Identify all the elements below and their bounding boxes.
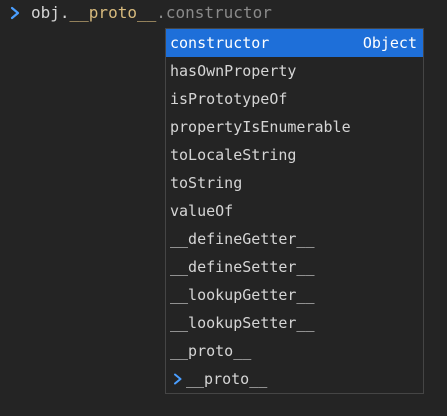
- autocomplete-item-label: toString: [170, 174, 243, 192]
- input-object-token: obj.: [31, 3, 70, 22]
- autocomplete-item-constructor[interactable]: constructor Object: [166, 29, 423, 57]
- autocomplete-item-label: __defineGetter__: [170, 230, 315, 248]
- autocomplete-item-lookupsetter[interactable]: __lookupSetter__: [166, 309, 423, 337]
- autocomplete-item-label: valueOf: [170, 202, 234, 220]
- autocomplete-item-label: __lookupSetter__: [170, 314, 315, 332]
- autocomplete-item-label: isPrototypeOf: [170, 90, 288, 108]
- autocomplete-item-tostring[interactable]: toString: [166, 169, 423, 197]
- autocomplete-item-hasownproperty[interactable]: hasOwnProperty: [166, 57, 423, 85]
- input-ghost-completion: .constructor: [156, 3, 272, 22]
- autocomplete-item-label: __proto__: [170, 342, 252, 360]
- autocomplete-item-definesetter[interactable]: __defineSetter__: [166, 253, 423, 281]
- autocomplete-popup: constructor Object hasOwnProperty isProt…: [165, 28, 424, 394]
- autocomplete-item-label: __defineSetter__: [170, 258, 315, 276]
- autocomplete-item-label: hasOwnProperty: [170, 62, 297, 80]
- input-proto-token: __proto__: [69, 3, 157, 22]
- autocomplete-item-definegetter[interactable]: __defineGetter__: [166, 225, 423, 253]
- autocomplete-list: constructor Object hasOwnProperty isProt…: [166, 29, 423, 393]
- autocomplete-item-lookupgetter[interactable]: __lookupGetter__: [166, 281, 423, 309]
- autocomplete-item-label: toLocaleString: [170, 146, 297, 164]
- autocomplete-item-label: __proto__: [186, 370, 268, 388]
- autocomplete-item-valueof[interactable]: valueOf: [166, 197, 423, 225]
- autocomplete-item-proto-expandable[interactable]: __proto__: [166, 365, 423, 393]
- autocomplete-item-propertyisenumerable[interactable]: propertyIsEnumerable: [166, 113, 423, 141]
- autocomplete-item-label: propertyIsEnumerable: [170, 118, 351, 136]
- console-panel: obj.__proto__.constructor constructor Ob…: [0, 0, 447, 416]
- console-input[interactable]: obj.__proto__.constructor: [31, 3, 272, 23]
- autocomplete-item-tolocalestring[interactable]: toLocaleString: [166, 141, 423, 169]
- autocomplete-item-isprototypeof[interactable]: isPrototypeOf: [166, 85, 423, 113]
- autocomplete-item-type: Object: [362, 34, 417, 52]
- autocomplete-item-label: __lookupGetter__: [170, 286, 315, 304]
- prompt-chevron-icon: [10, 6, 20, 20]
- chevron-right-icon[interactable]: [172, 372, 184, 386]
- autocomplete-item-proto[interactable]: __proto__: [166, 337, 423, 365]
- autocomplete-item-label: constructor: [170, 34, 270, 52]
